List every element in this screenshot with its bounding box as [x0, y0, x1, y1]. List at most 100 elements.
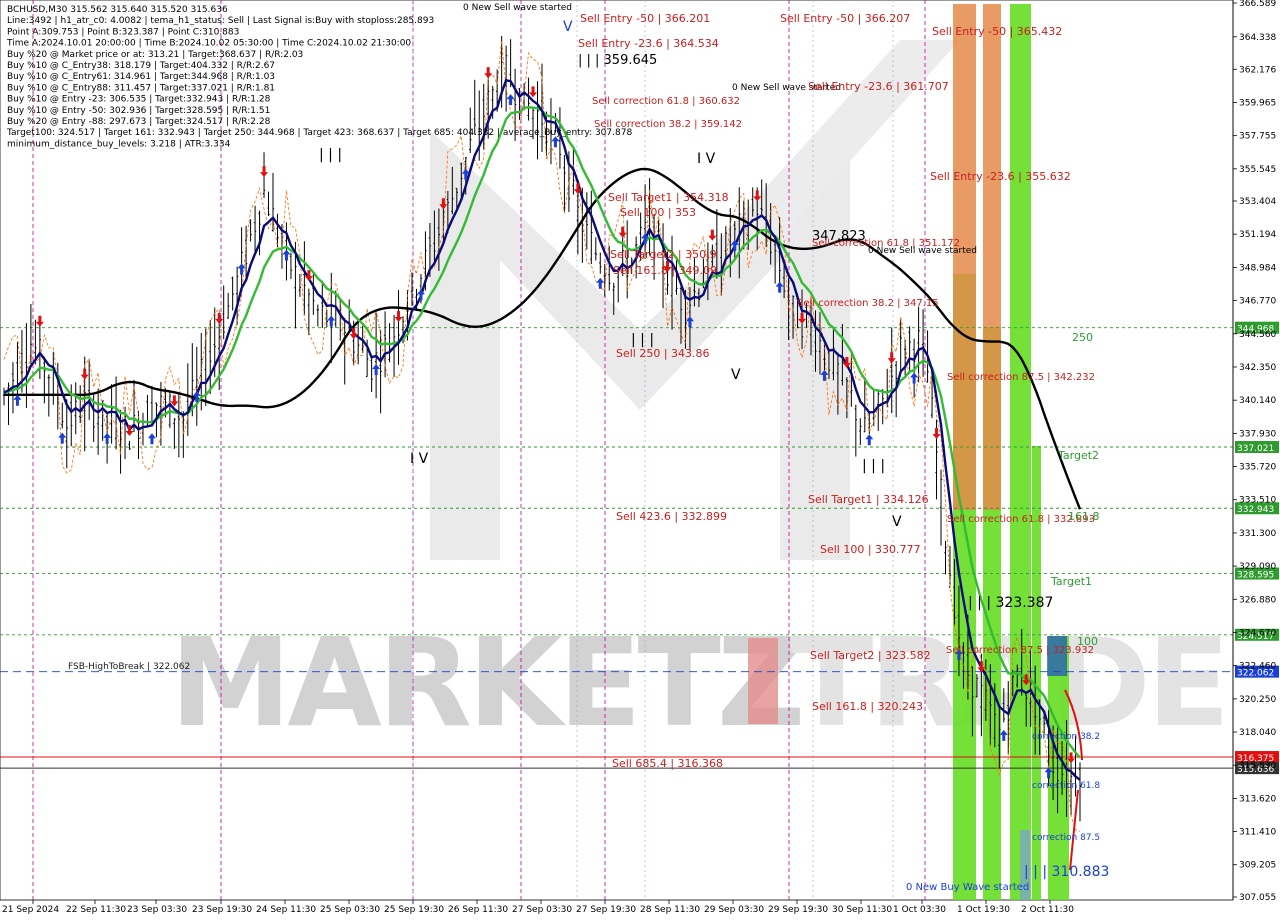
zone-marker: [1047, 636, 1067, 676]
price-tick-label: 322.460: [1239, 662, 1276, 672]
price-level-tag-label: 337.021: [1237, 444, 1274, 454]
time-tick-label: 26 Sep 11:30: [448, 905, 508, 915]
time-tick-label: 23 Sep 19:30: [192, 905, 252, 915]
info-line: Buy %10 @ C_Entry61: 314.961 | Target:34…: [7, 72, 275, 82]
level-label: Sell 685.4 | 316.368: [612, 757, 723, 770]
chart-annotation: Sell correction 61.8 | 360.632: [592, 96, 740, 107]
price-tick-label: 337.930: [1239, 429, 1276, 439]
chart-annotation: Sell Entry -23.6 | 355.632: [930, 170, 1071, 183]
chart-annotation: Sell 423.6 | 332.899: [616, 510, 727, 523]
chart-annotation: correction 87.5: [1032, 833, 1100, 843]
price-tick-label: 362.176: [1239, 65, 1276, 75]
time-tick-label: 1 Oct 19:30: [957, 905, 1010, 915]
wave-label: V: [563, 19, 573, 35]
price-tick-label: 318.040: [1239, 728, 1276, 738]
chart-annotation: Sell correction 87.5 | 323.932: [946, 645, 1094, 656]
price-tick-label: 326.880: [1239, 595, 1276, 605]
price-chart: MARKETZTRADE 0 New Sell wave startedSell…: [0, 0, 1280, 920]
price-tick-label: 342.350: [1239, 363, 1276, 373]
info-line: BCHUSD,M30 315.562 315.640 315.520 315.6…: [7, 5, 228, 15]
level-label: 100: [1077, 635, 1098, 648]
info-line: Target100: 324.517 | Target 161: 332.943…: [6, 128, 632, 138]
watermark-text-left: MARKETZ: [170, 612, 801, 754]
chart-annotation: | | | 310.883: [1024, 864, 1109, 880]
sell-zone-bar: [953, 4, 976, 510]
time-tick-label: 30 Sep 11:30: [832, 905, 892, 915]
price-tick-label: 351.194: [1239, 230, 1276, 240]
level-label: FSB-HighToBreak | 322.062: [68, 662, 190, 672]
price-tick-label: 366.589: [1239, 0, 1276, 9]
price-tick-label: 346.770: [1239, 297, 1276, 307]
chart-annotation: correction 38.2: [1032, 732, 1100, 742]
price-tick-label: 309.205: [1239, 861, 1276, 871]
chart-annotation: 0 New Sell wave started: [868, 246, 977, 256]
info-line: Buy %10 @ C_Entry38: 318.179 | Target:40…: [7, 61, 275, 71]
time-tick-label: 1 Oct 03:30: [893, 905, 946, 915]
time-tick-label: 27 Sep 03:30: [512, 905, 572, 915]
price-tick-label: 344.560: [1239, 330, 1276, 340]
wave-label: V: [892, 514, 902, 530]
price-tick-label: 335.720: [1239, 463, 1276, 473]
chart-annotation: | | | 359.645: [578, 53, 657, 68]
price-tick-label: 324.670: [1239, 628, 1276, 638]
time-tick-label: 25 Sep 03:30: [320, 905, 380, 915]
chart-annotation: Sell 161.8 | 320.243: [812, 700, 923, 713]
chart-annotation: Sell Entry -50 | 365.432: [932, 25, 1062, 38]
chart-annotation: 0 New Buy Wave started: [906, 882, 1029, 893]
time-tick-label: 27 Sep 19:30: [576, 905, 636, 915]
price-tick-label: 355.545: [1239, 165, 1276, 175]
wave-label: I V: [697, 151, 716, 167]
info-line: Time A:2024.10.01 20:00:00 | Time B:2024…: [6, 39, 411, 49]
buy-zone-bar: [1010, 4, 1031, 900]
price-tick-label: 329.090: [1239, 562, 1276, 572]
wave-label: | | |: [631, 332, 654, 348]
time-tick-label: 21 Sep 2024: [2, 905, 59, 915]
chart-annotation: Sell Target2 | 350.9: [610, 248, 717, 261]
level-label: 161.8: [1068, 510, 1100, 523]
chart-annotation: correction 61.8: [1032, 781, 1100, 791]
chart-annotation: Sell Target2 | 323.582: [810, 649, 931, 662]
sell-zone-bar: [983, 4, 1001, 510]
chart-annotation: Sell 250 | 343.86: [616, 347, 710, 360]
price-tick-label: 333.510: [1239, 496, 1276, 506]
wave-label: I V: [410, 451, 429, 467]
price-tick-label: 357.755: [1239, 132, 1276, 142]
price-tick-label: 307.055: [1239, 893, 1276, 903]
info-line: Line:3492 | h1_atr_c0: 4.0082 | tema_h1_…: [7, 16, 434, 26]
chart-annotation: Sell Target1 | 354.318: [608, 191, 729, 204]
price-tick-label: 331.300: [1239, 529, 1276, 539]
chart-annotation: Sell Entry -23.6 | 364.534: [578, 37, 719, 50]
level-label: Target1: [1050, 575, 1092, 588]
wave-label: | | |: [319, 147, 342, 163]
info-line: Buy %10 @ Entry -50: 302.936 | Target:32…: [7, 106, 270, 116]
info-line: Buy %10 @ C_Entry88: 311.457 | Target:33…: [7, 83, 275, 93]
wave-label: | | |: [862, 458, 885, 474]
price-tick-label: 353.404: [1239, 197, 1276, 207]
time-tick-label: 28 Sep 11:30: [640, 905, 700, 915]
wave-label: V: [731, 367, 741, 383]
time-tick-label: 29 Sep 19:30: [768, 905, 828, 915]
price-tick-label: 313.620: [1239, 794, 1276, 804]
price-tick-label: 359.965: [1239, 98, 1276, 108]
info-line: Buy %10 @ Entry -23: 306.535 | Target:33…: [7, 95, 271, 105]
price-tick-label: 315.830: [1239, 761, 1276, 771]
watermark-bar: [748, 638, 778, 724]
time-tick-label: 24 Sep 11:30: [256, 905, 316, 915]
chart-annotation: Sell Entry -50 | 366.201: [580, 12, 710, 25]
time-tick-label: 22 Sep 11:30: [66, 905, 126, 915]
chart-annotation: Sell 161.8 | 349.09: [613, 264, 717, 277]
time-tick-label: 23 Sep 03:30: [127, 905, 187, 915]
level-label: Target2: [1057, 449, 1099, 462]
chart-annotation: | | | 323.387: [968, 595, 1053, 611]
price-tick-label: 311.410: [1239, 828, 1276, 838]
info-line: Buy %20 @ Market price or at: 313.21 | T…: [7, 50, 303, 60]
chart-annotation: Sell Entry -23.6 | 361.707: [808, 80, 949, 93]
chart-annotation: Sell 100 | 330.777: [820, 543, 921, 556]
time-tick-label: 25 Sep 19:30: [384, 905, 444, 915]
chart-annotation: Sell Entry -50 | 366.207: [780, 12, 910, 25]
chart-annotation: Sell Target1 | 334.126: [808, 493, 929, 506]
time-tick-label: 2 Oct 11:30: [1021, 905, 1074, 915]
info-line: Buy %20 @ Entry -88: 297.673 | Target:32…: [7, 117, 271, 127]
price-tick-label: 364.338: [1239, 33, 1276, 43]
price-tick-label: 348.984: [1239, 263, 1276, 273]
